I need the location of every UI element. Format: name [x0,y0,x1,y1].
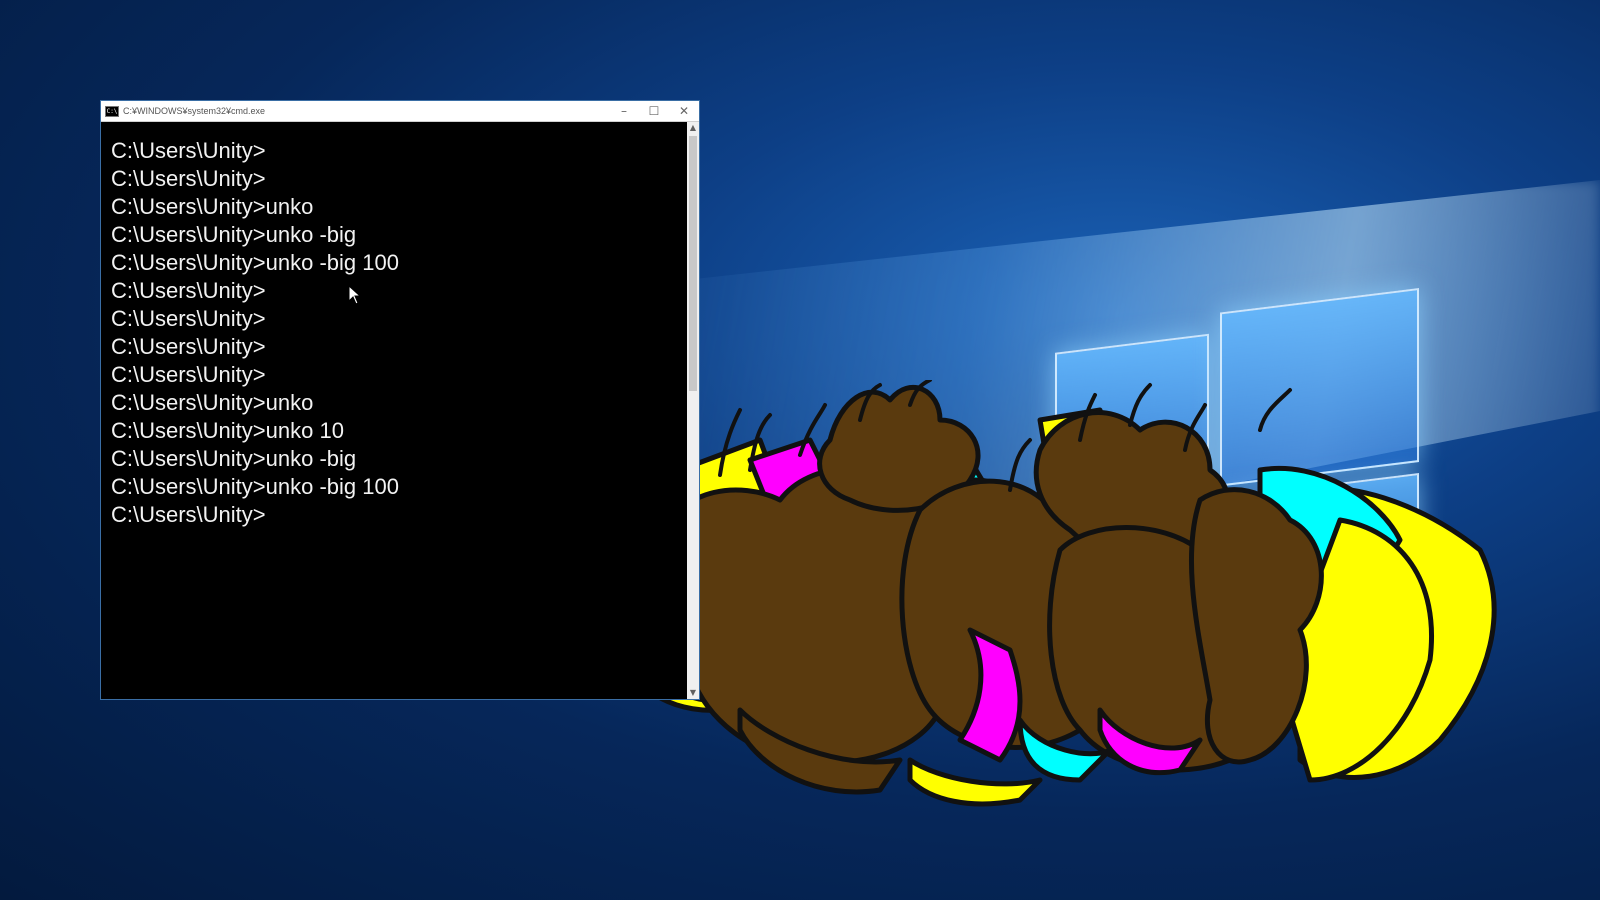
console-line: C:\Users\Unity>unko -big 100 [111,474,399,499]
console-line: C:\Users\Unity>unko [111,390,314,415]
console-output[interactable]: C:\Users\Unity> C:\Users\Unity> C:\Users… [101,122,687,699]
title-bar[interactable]: C:\ C:¥WINDOWS¥system32¥cmd.exe – ☐ ✕ [101,101,699,122]
console-line: C:\Users\Unity>unko -big 100 [111,250,399,275]
console-line: C:\Users\Unity> [111,166,266,191]
cmd-icon: C:\ [105,105,119,117]
window-title: C:¥WINDOWS¥system32¥cmd.exe [123,106,266,116]
scroll-down-icon[interactable]: ▼ [687,687,699,699]
cmd-window[interactable]: C:\ C:¥WINDOWS¥system32¥cmd.exe – ☐ ✕ C:… [100,100,700,700]
console-line: C:\Users\Unity>unko 10 [111,418,344,443]
console-line: C:\Users\Unity> [111,138,266,163]
console-line: C:\Users\Unity> [111,306,266,331]
console-line: C:\Users\Unity>unko -big [111,222,357,247]
vertical-scrollbar[interactable]: ▲ ▼ [687,122,699,699]
console-line: C:\Users\Unity> [111,502,266,527]
poop-pile-illustration [640,380,1497,807]
minimize-button[interactable]: – [609,101,639,121]
close-button[interactable]: ✕ [669,101,699,121]
maximize-button[interactable]: ☐ [639,101,669,121]
scroll-up-icon[interactable]: ▲ [687,122,699,134]
console-line: C:\Users\Unity>unko [111,194,314,219]
console-line: C:\Users\Unity> [111,334,266,359]
scrollbar-thumb[interactable] [689,136,697,391]
console-line: C:\Users\Unity>unko -big [111,446,357,471]
console-line: C:\Users\Unity> [111,278,266,303]
console-line: C:\Users\Unity> [111,362,266,387]
mouse-pointer-icon [348,285,362,305]
